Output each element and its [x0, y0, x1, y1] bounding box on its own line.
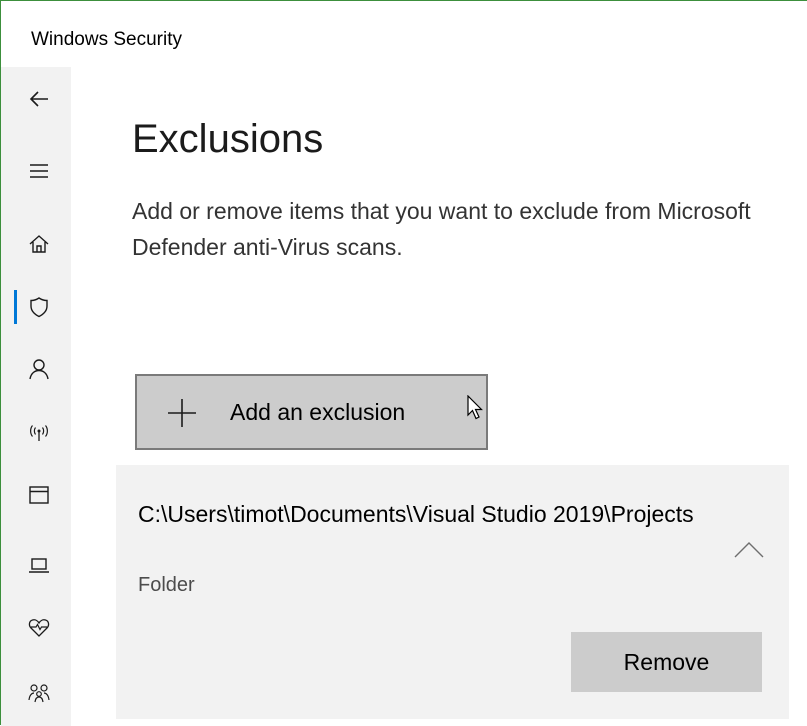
- plus-icon: [168, 399, 196, 427]
- app-window-icon: [29, 486, 49, 504]
- laptop-icon: [29, 558, 49, 573]
- nav-item-family-options[interactable]: [1, 672, 71, 712]
- app-window: Windows Security Exclusions Add or remov…: [0, 0, 807, 726]
- back-arrow-icon: [29, 91, 48, 107]
- page-title: Exclusions: [132, 117, 324, 161]
- wifi-antenna-icon: [30, 425, 48, 441]
- exclusion-path: C:\Users\timot\Documents\Visual Studio 2…: [138, 501, 694, 527]
- person-icon: [29, 359, 49, 380]
- nav-item-firewall-network-protection[interactable]: [1, 413, 71, 453]
- page-description: Add or remove items that you want to exc…: [132, 198, 751, 260]
- add-exclusion-label: Add an exclusion: [230, 399, 406, 425]
- remove-button[interactable]: Remove: [571, 632, 762, 692]
- add-exclusion-button[interactable]: Add an exclusion: [135, 374, 488, 450]
- nav-item-device-performance-health[interactable]: [1, 607, 71, 647]
- nav-rail: [1, 67, 71, 726]
- window-title: Windows Security: [31, 29, 182, 50]
- chevron-up-icon[interactable]: [732, 539, 766, 561]
- main-content: Exclusions Add or remove items that you …: [71, 67, 807, 726]
- back-button[interactable]: [1, 79, 71, 119]
- hamburger-menu-icon: [30, 164, 48, 178]
- home-icon: [29, 235, 49, 253]
- heart-pulse-icon: [28, 619, 50, 637]
- family-icon: [28, 684, 50, 703]
- selected-indicator: [14, 290, 17, 324]
- mouse-cursor-icon: [467, 395, 483, 420]
- menu-button[interactable]: [1, 151, 71, 191]
- exclusion-list-item[interactable]: C:\Users\timot\Documents\Visual Studio 2…: [116, 465, 789, 719]
- nav-item-account-protection[interactable]: [1, 349, 71, 389]
- nav-item-app-browser-control[interactable]: [1, 475, 71, 515]
- nav-item-virus-threat-protection[interactable]: [1, 287, 71, 327]
- shield-icon: [30, 297, 48, 318]
- nav-item-home[interactable]: [1, 224, 71, 264]
- title-bar: Windows Security: [1, 1, 807, 67]
- exclusion-type: Folder: [138, 574, 195, 596]
- nav-item-device-security[interactable]: [1, 545, 71, 585]
